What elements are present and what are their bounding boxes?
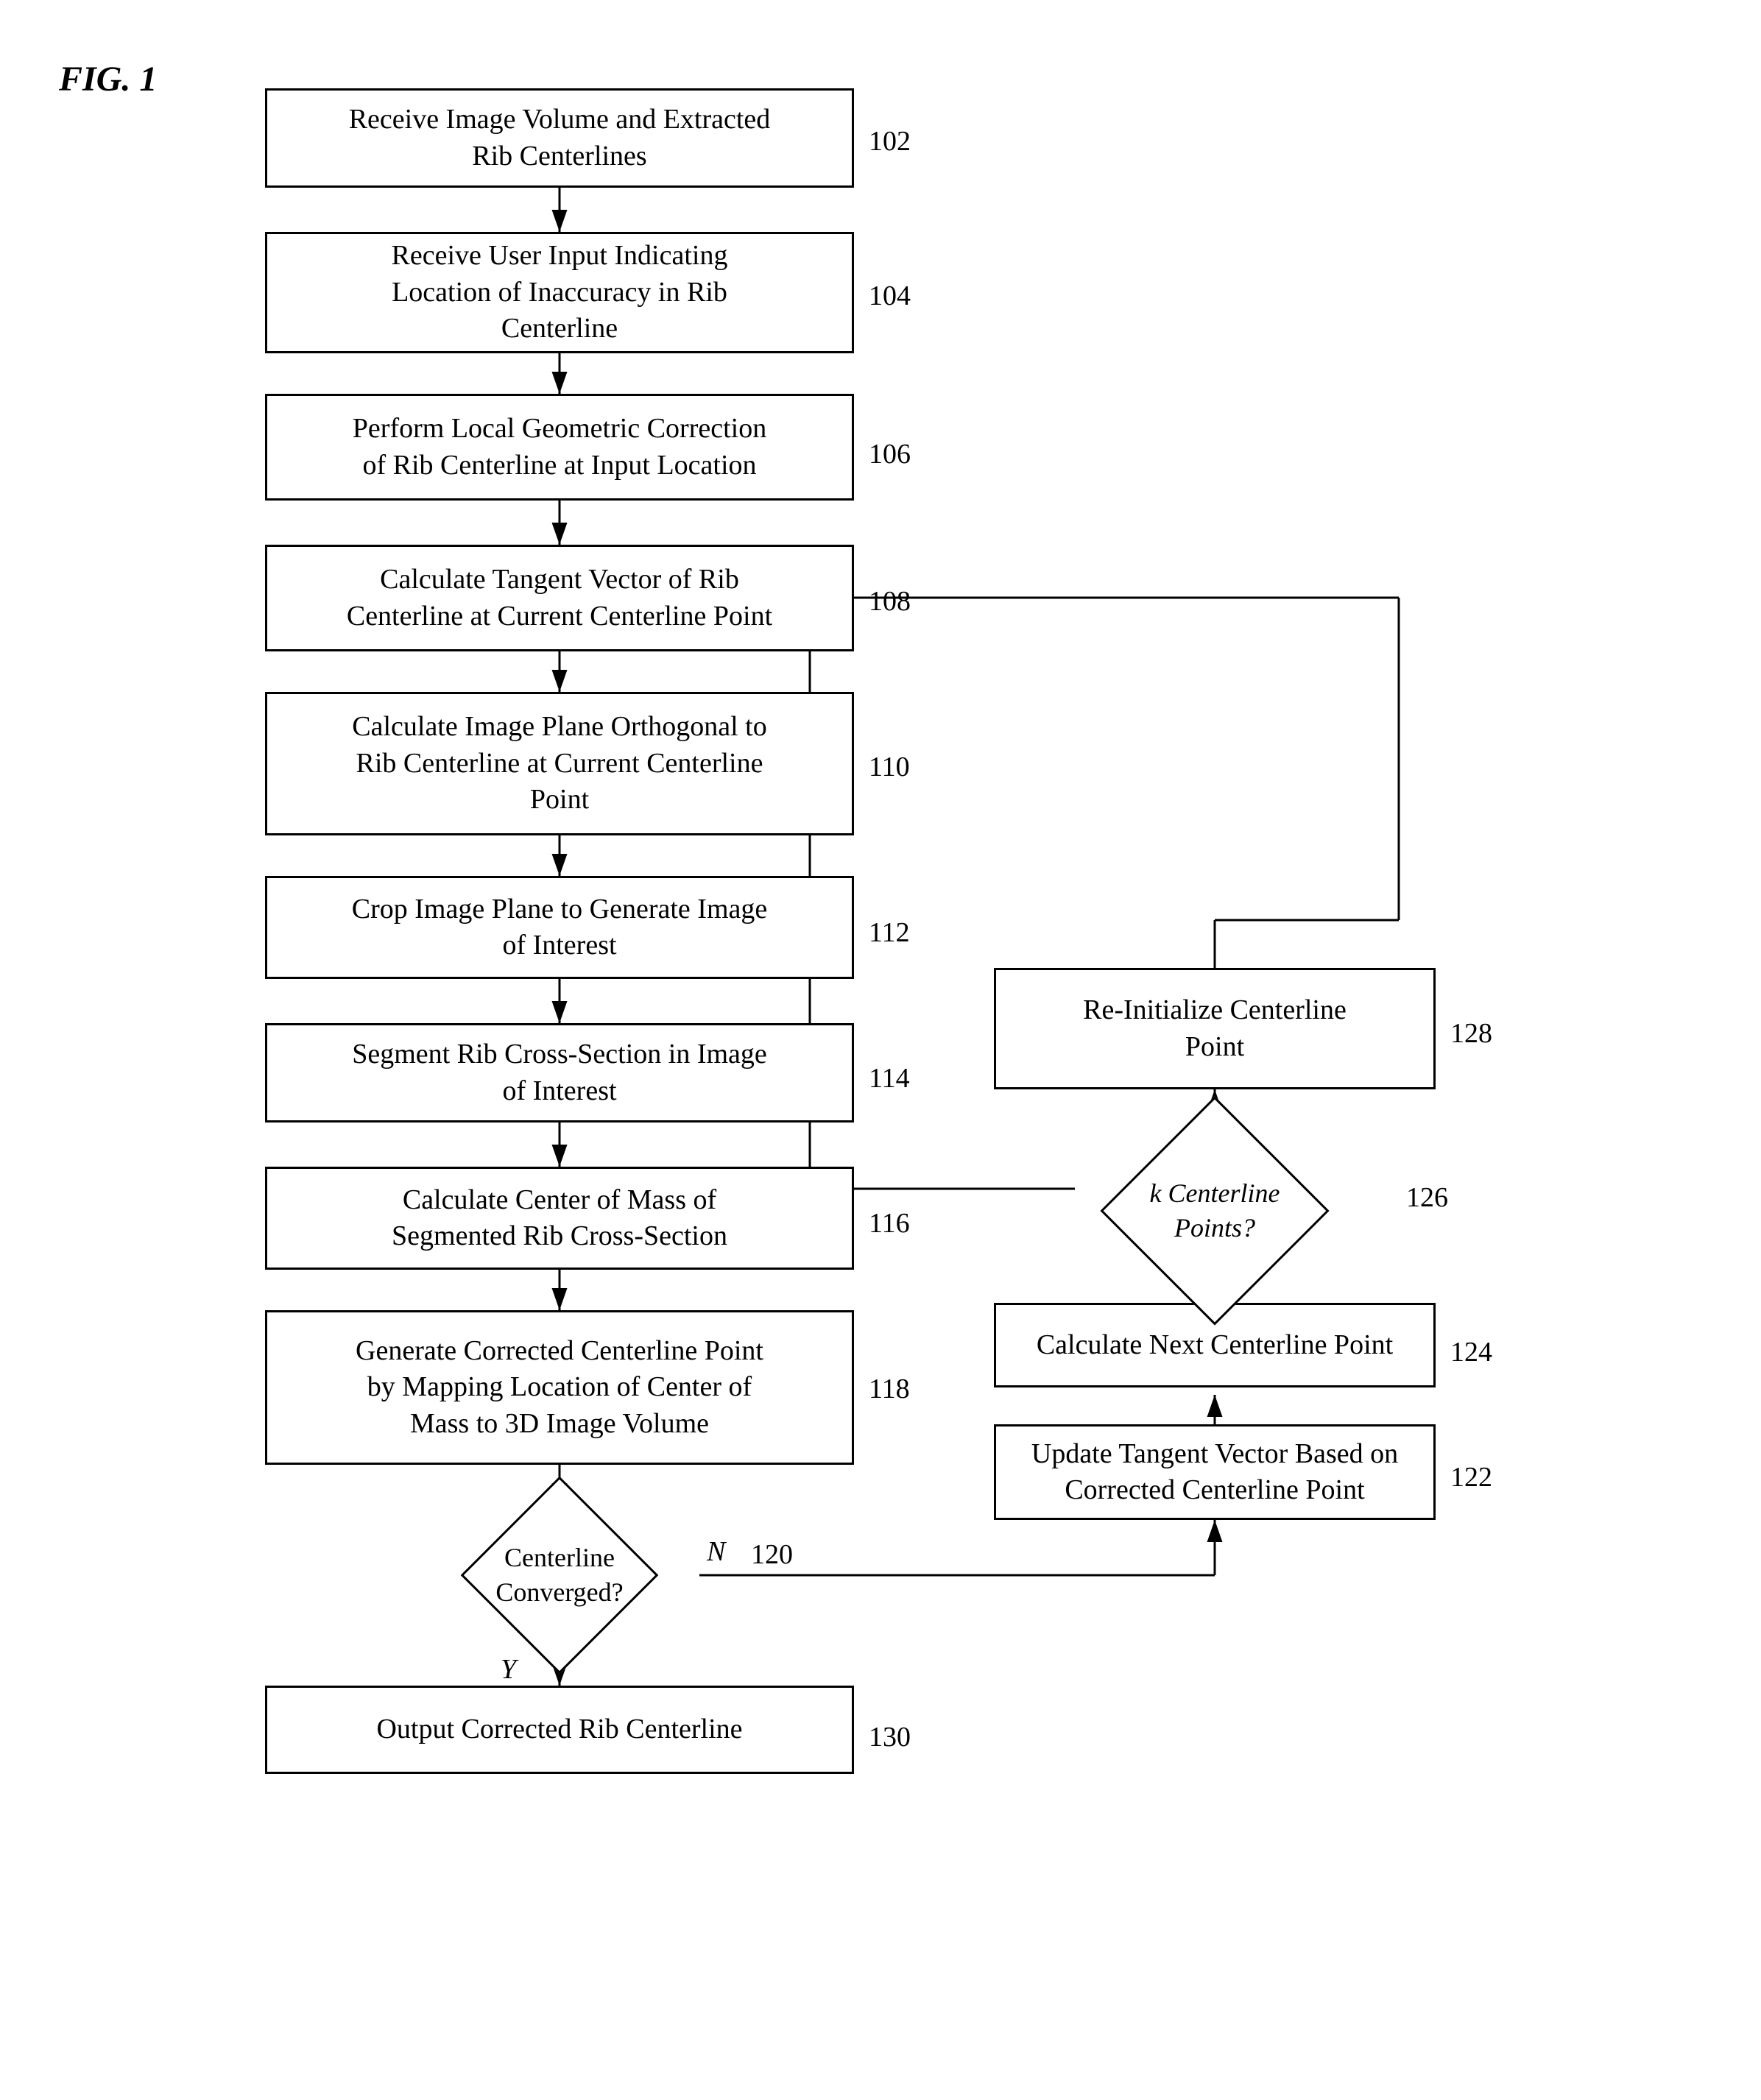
box-106-text: Perform Local Geometric Correctionof Rib… <box>353 411 766 484</box>
label-116: 116 <box>869 1207 910 1240</box>
diamond-120-text: CenterlineConverged? <box>495 1541 623 1610</box>
page: FIG. 1 <box>0 0 1761 2100</box>
label-106: 106 <box>869 438 911 470</box>
label-112: 112 <box>869 916 910 949</box>
box-104-text: Receive User Input IndicatingLocation of… <box>392 238 728 347</box>
box-114: Segment Rib Cross-Section in Imageof Int… <box>265 1023 854 1123</box>
label-104: 104 <box>869 280 911 312</box>
fig-label: FIG. 1 <box>59 59 157 99</box>
diamond-126-text: k CenterlinePoints? <box>1150 1176 1280 1245</box>
box-106: Perform Local Geometric Correctionof Rib… <box>265 394 854 501</box>
box-130: Output Corrected Rib Centerline <box>265 1686 854 1774</box>
box-114-text: Segment Rib Cross-Section in Imageof Int… <box>352 1036 767 1109</box>
label-110: 110 <box>869 751 910 783</box>
label-128: 128 <box>1450 1017 1492 1050</box>
box-108-text: Calculate Tangent Vector of RibCenterlin… <box>347 562 772 634</box>
label-102: 102 <box>869 125 911 158</box>
label-130: 130 <box>869 1721 911 1753</box>
label-114: 114 <box>869 1062 910 1095</box>
box-116: Calculate Center of Mass ofSegmented Rib… <box>265 1167 854 1270</box>
box-118: Generate Corrected Centerline Pointby Ma… <box>265 1310 854 1465</box>
box-128: Re-Initialize CenterlinePoint <box>994 968 1436 1089</box>
box-102-text: Receive Image Volume and ExtractedRib Ce… <box>349 102 771 174</box>
box-112-text: Crop Image Plane to Generate Imageof Int… <box>352 891 768 964</box>
box-102: Receive Image Volume and ExtractedRib Ce… <box>265 88 854 188</box>
diamond-126: k CenterlinePoints? <box>1042 1119 1388 1303</box>
box-108: Calculate Tangent Vector of RibCenterlin… <box>265 545 854 651</box>
box-110-text: Calculate Image Plane Orthogonal toRib C… <box>352 709 767 818</box>
box-122-text: Update Tangent Vector Based onCorrected … <box>1031 1436 1398 1509</box>
box-124-text: Calculate Next Centerline Point <box>1037 1327 1393 1363</box>
label-118: 118 <box>869 1373 910 1405</box>
box-118-text: Generate Corrected Centerline Pointby Ma… <box>356 1333 763 1442</box>
box-104: Receive User Input IndicatingLocation of… <box>265 232 854 353</box>
box-128-text: Re-Initialize CenterlinePoint <box>1083 992 1347 1065</box>
label-122: 122 <box>1450 1461 1492 1493</box>
diamond-120: CenterlineConverged? <box>405 1505 714 1645</box>
box-112: Crop Image Plane to Generate Imageof Int… <box>265 876 854 979</box>
label-126: 126 <box>1406 1181 1448 1214</box>
flowchart: Y N Receive Image Volume and ExtractedRi… <box>147 44 1693 2068</box>
box-110: Calculate Image Plane Orthogonal toRib C… <box>265 692 854 835</box>
label-124: 124 <box>1450 1336 1492 1368</box>
svg-text:Y: Y <box>501 1654 519 1685</box>
box-130-text: Output Corrected Rib Centerline <box>376 1711 742 1747</box>
box-122: Update Tangent Vector Based onCorrected … <box>994 1424 1436 1520</box>
label-108: 108 <box>869 585 911 618</box>
box-116-text: Calculate Center of Mass ofSegmented Rib… <box>392 1182 727 1255</box>
label-120: 120 <box>751 1538 793 1571</box>
